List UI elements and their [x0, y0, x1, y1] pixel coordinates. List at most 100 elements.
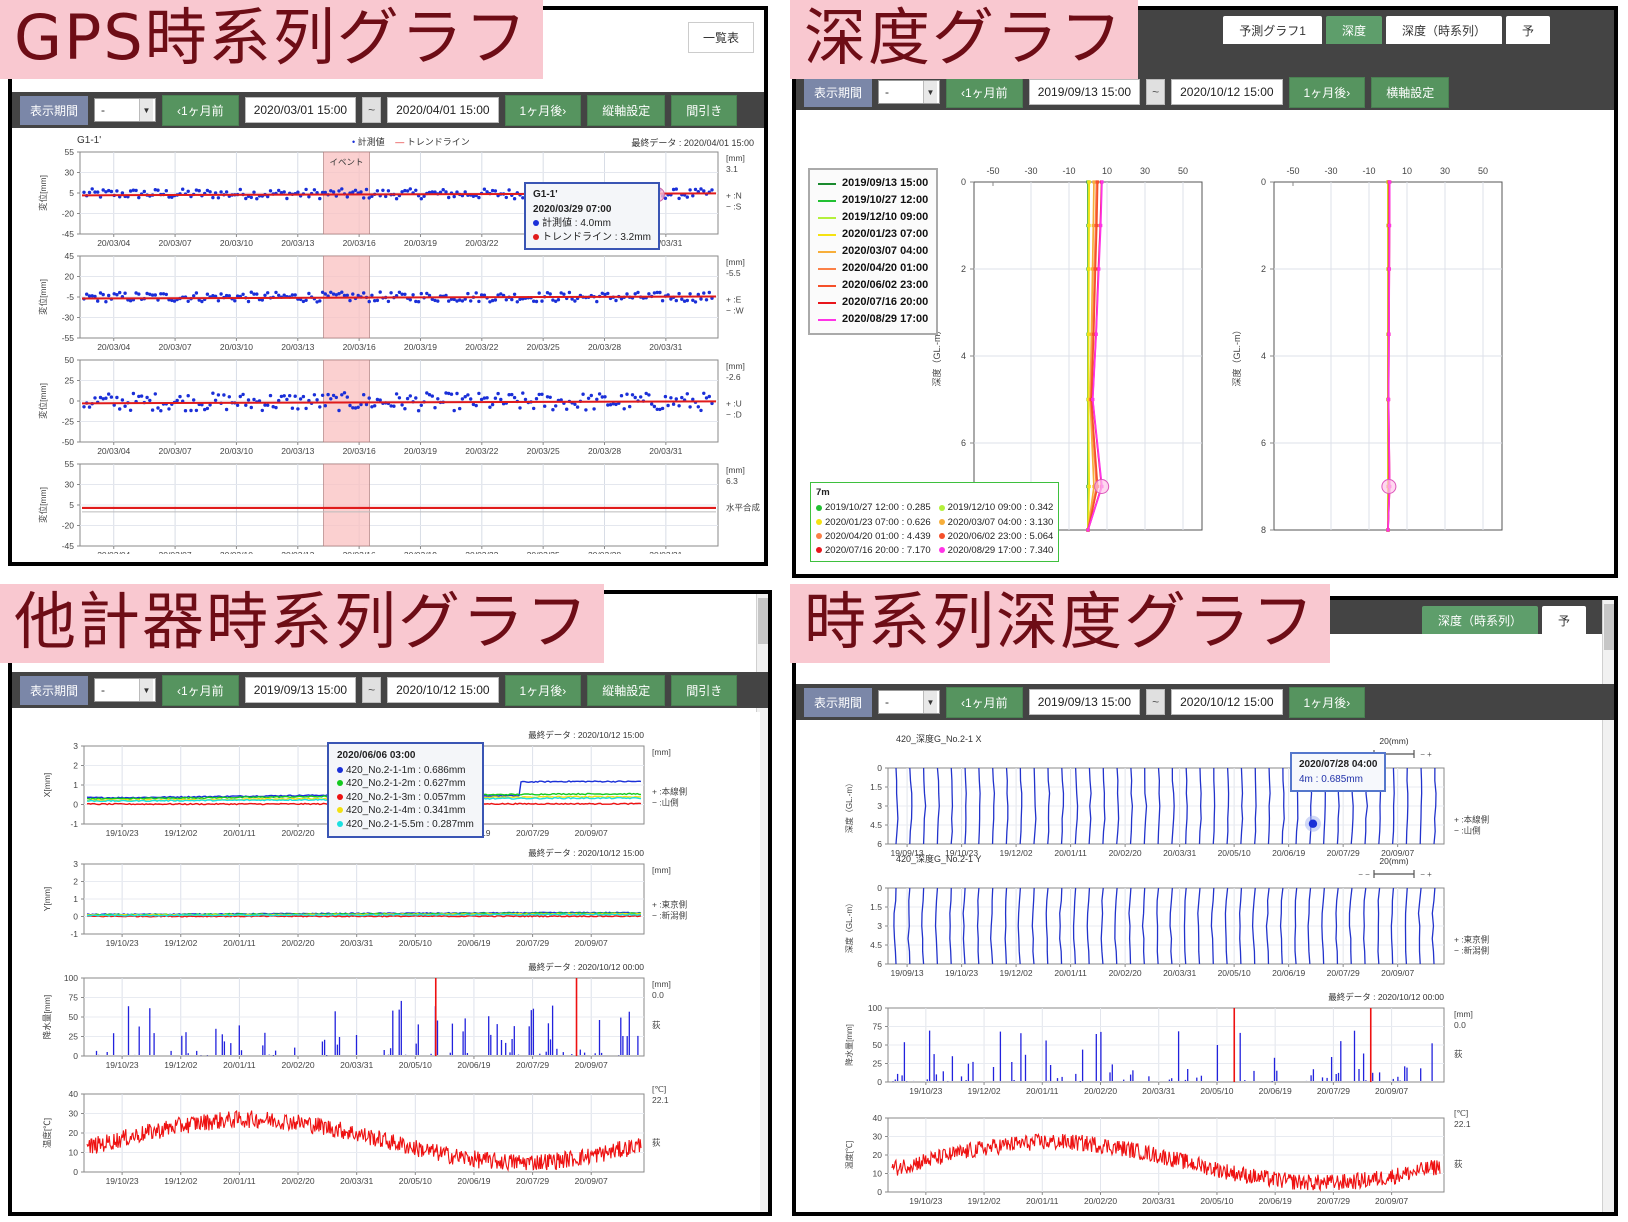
svg-text:− :新潟側: − :新潟側	[652, 910, 687, 920]
legend-label: 2020/01/23 07:00	[842, 228, 929, 241]
svg-text:20/03/31: 20/03/31	[340, 1060, 373, 1070]
svg-text:-45: -45	[62, 229, 75, 239]
svg-text:6: 6	[1261, 438, 1266, 448]
tab-overflow[interactable]: 予	[1505, 16, 1550, 44]
yaxis-setting-button[interactable]: 縦軸設定	[587, 94, 666, 126]
value-color-dot	[816, 533, 822, 540]
screenshot-root: 一覧表 表示期間 - ▼ ‹1ヶ月前 2020/03/01 15:00 ~ 20…	[0, 0, 1628, 1222]
tab-next[interactable]: 予	[1541, 606, 1586, 634]
svg-text:20/01/11: 20/01/11	[223, 1176, 256, 1186]
depth-value-title: 7m	[816, 487, 830, 498]
range-separator: ~	[362, 97, 382, 123]
svg-text:[mm]: [mm]	[726, 153, 745, 163]
svg-text:20(mm): 20(mm)	[1379, 856, 1408, 866]
depth-toolbar: 表示期間 - ▼ ‹1ヶ月前 2019/09/13 15:00 ~ 2020/1…	[796, 74, 1614, 110]
date-from-input[interactable]: 2020/03/01 15:00	[244, 97, 357, 123]
depth-legend: 2019/09/13 15:00 2019/10/27 12:00 2019/12/…	[808, 168, 939, 336]
tab-0[interactable]: 予測グラフ1	[1223, 16, 1322, 44]
svg-text:20(mm): 20(mm)	[1379, 736, 1408, 746]
svg-text:最終データ : 2020/10/12 15:00: 最終データ : 2020/10/12 15:00	[528, 848, 644, 858]
scrollbar-thumb[interactable]	[758, 598, 768, 644]
svg-text:20/03/31: 20/03/31	[649, 446, 682, 456]
svg-text:20/03/16: 20/03/16	[343, 550, 376, 554]
scrollbar-thumb[interactable]	[1604, 604, 1614, 650]
period-select[interactable]: - ▼	[878, 80, 941, 104]
date-to-input[interactable]: 2020/04/01 15:00	[387, 97, 499, 123]
date-to-input[interactable]: 2020/10/12 15:00	[387, 677, 499, 703]
next-month-button[interactable]: 1ヶ月後›	[504, 674, 582, 706]
legend-color-swatch	[818, 301, 836, 304]
svg-text:20/01/11: 20/01/11	[223, 1060, 256, 1070]
prev-month-button[interactable]: ‹1ヶ月前	[162, 94, 239, 126]
depth-legend-item[interactable]: 2019/10/27 12:00	[818, 192, 928, 209]
period-select[interactable]: - ▼	[94, 678, 157, 702]
yaxis-setting-button[interactable]: 縦軸設定	[587, 674, 666, 706]
period-select-value: -	[885, 695, 890, 709]
svg-text:− :D: − :D	[726, 410, 742, 420]
svg-text:30: 30	[65, 480, 75, 490]
gps-tooltip-name: G1-1'	[533, 189, 558, 200]
tsd-charts-svg: 420_深度G_No.2-1 X 20(mm) − − − + 19/09/13 19/1…	[844, 733, 1489, 1206]
svg-text:+ :東京側: + :東京側	[1454, 935, 1489, 945]
svg-text:20/03/31: 20/03/31	[340, 1176, 373, 1186]
period-select[interactable]: - ▼	[878, 690, 941, 714]
prev-month-button[interactable]: ‹1ヶ月前	[946, 686, 1023, 718]
svg-text:20/03/22: 20/03/22	[465, 550, 498, 554]
legend-trend: トレンドライン	[406, 137, 470, 147]
svg-text:6: 6	[877, 959, 882, 969]
period-select-value: -	[885, 85, 890, 99]
svg-text:40: 40	[873, 1113, 883, 1123]
date-to-input[interactable]: 2020/10/12 15:00	[1171, 689, 1283, 715]
date-from-input[interactable]: 2019/09/13 15:00	[244, 677, 357, 703]
tab-1[interactable]: 深度	[1325, 16, 1382, 44]
depth-legend-item[interactable]: 2019/09/13 15:00	[818, 175, 928, 192]
svg-text:0: 0	[73, 800, 78, 810]
date-from-input[interactable]: 2019/09/13 15:00	[1028, 689, 1141, 715]
next-month-button[interactable]: 1ヶ月後›	[1288, 686, 1366, 718]
svg-text:20/01/11: 20/01/11	[223, 828, 256, 838]
next-month-button[interactable]: 1ヶ月後›	[504, 94, 582, 126]
date-to-input[interactable]: 2020/10/12 15:00	[1171, 79, 1283, 105]
list-table-button[interactable]: 一覧表	[687, 22, 754, 53]
svg-text:温度[℃]: 温度[℃]	[844, 1141, 854, 1169]
xaxis-setting-button[interactable]: 横軸設定	[1371, 76, 1450, 108]
svg-text:20/03/28: 20/03/28	[588, 446, 621, 456]
prev-month-button[interactable]: ‹1ヶ月前	[946, 76, 1023, 108]
svg-text:+ :本線側: + :本線側	[652, 786, 687, 796]
svg-text:20/07/29: 20/07/29	[1327, 968, 1360, 978]
svg-text:変位[mm]: 変位[mm]	[38, 279, 48, 315]
depth-legend-item[interactable]: 2020/04/20 01:00	[818, 260, 928, 277]
next-month-button[interactable]: 1ヶ月後›	[1288, 76, 1366, 108]
depth-legend-item[interactable]: 2019/12/10 09:00	[818, 209, 928, 226]
tab-2[interactable]: 深度（時系列）	[1385, 16, 1502, 44]
depth-legend-item[interactable]: 2020/03/07 04:00	[818, 243, 928, 260]
svg-text:-30: -30	[1324, 166, 1337, 176]
svg-text:-5.5: -5.5	[726, 268, 741, 278]
prev-month-button[interactable]: ‹1ヶ月前	[162, 674, 239, 706]
svg-text:19/12/02: 19/12/02	[164, 1060, 197, 1070]
svg-text:2: 2	[1261, 264, 1266, 274]
svg-text:0.0: 0.0	[1454, 1020, 1466, 1030]
svg-text:変位[mm]: 変位[mm]	[38, 487, 48, 523]
svg-text:20/09/07: 20/09/07	[1375, 1086, 1408, 1096]
chevron-down-icon: ▼	[139, 679, 154, 701]
svg-text:3: 3	[877, 801, 882, 811]
depth-legend-item[interactable]: 2020/08/29 17:00	[818, 311, 928, 328]
depth-legend-item[interactable]: 2020/01/23 07:00	[818, 226, 928, 243]
thinning-button[interactable]: 間引き	[671, 94, 738, 126]
value-label: 2020/04/20 01:00 : 4.439	[825, 530, 931, 542]
svg-text:20/07/29: 20/07/29	[516, 1060, 549, 1070]
svg-text:[℃]: [℃]	[1454, 1108, 1468, 1118]
depth-legend-item[interactable]: 2020/06/02 23:00	[818, 277, 928, 294]
svg-text:+ :E: + :E	[726, 295, 742, 305]
svg-text:30: 30	[65, 168, 75, 178]
svg-text:50: 50	[1478, 166, 1488, 176]
date-from-input[interactable]: 2019/09/13 15:00	[1028, 79, 1141, 105]
period-select[interactable]: - ▼	[94, 98, 157, 122]
depth-legend-item[interactable]: 2020/07/16 20:00	[818, 294, 928, 311]
thinning-button[interactable]: 間引き	[671, 674, 738, 706]
svg-text:19/12/02: 19/12/02	[968, 1196, 1001, 1206]
tab-depth-timeseries[interactable]: 深度（時系列）	[1421, 606, 1538, 634]
value-label: 2020/03/07 04:00 : 3.130	[947, 516, 1054, 528]
series-label: 420_No.2-1-5.5m : 0.287mm	[346, 818, 474, 830]
